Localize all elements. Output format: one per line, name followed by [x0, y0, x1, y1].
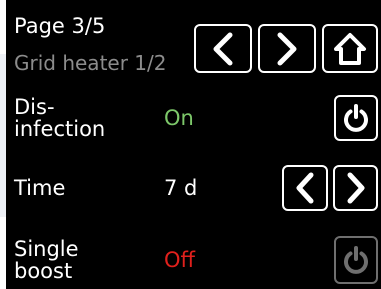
- previous-page-button[interactable]: [194, 24, 252, 73]
- next-page-button[interactable]: [258, 24, 316, 73]
- single-boost-value: Off: [164, 248, 195, 272]
- page-subtitle: Grid heater 1/2: [14, 51, 167, 75]
- chevron-right-icon: [277, 32, 297, 65]
- chevron-left-icon: [296, 172, 314, 204]
- disinfection-label: Dis-infection: [14, 95, 106, 141]
- chevron-right-icon: [347, 172, 364, 204]
- time-label: Time: [14, 176, 66, 200]
- device-screen: Page 3/5 Grid heater 1/2 Dis-infection O…: [6, 0, 381, 289]
- disinfection-value: On: [164, 106, 194, 130]
- power-icon: [344, 104, 368, 132]
- disinfection-power-button[interactable]: [334, 95, 378, 141]
- time-increase-button[interactable]: [333, 165, 378, 211]
- home-button[interactable]: [322, 24, 378, 73]
- single-boost-power-button[interactable]: [334, 236, 378, 284]
- time-value: 7 d: [164, 176, 198, 200]
- home-icon: [334, 32, 366, 65]
- time-decrease-button[interactable]: [282, 165, 328, 211]
- chevron-left-icon: [213, 32, 233, 65]
- single-boost-label: Single boost: [14, 237, 79, 283]
- page-indicator: Page 3/5: [14, 14, 106, 38]
- power-icon: [344, 246, 368, 274]
